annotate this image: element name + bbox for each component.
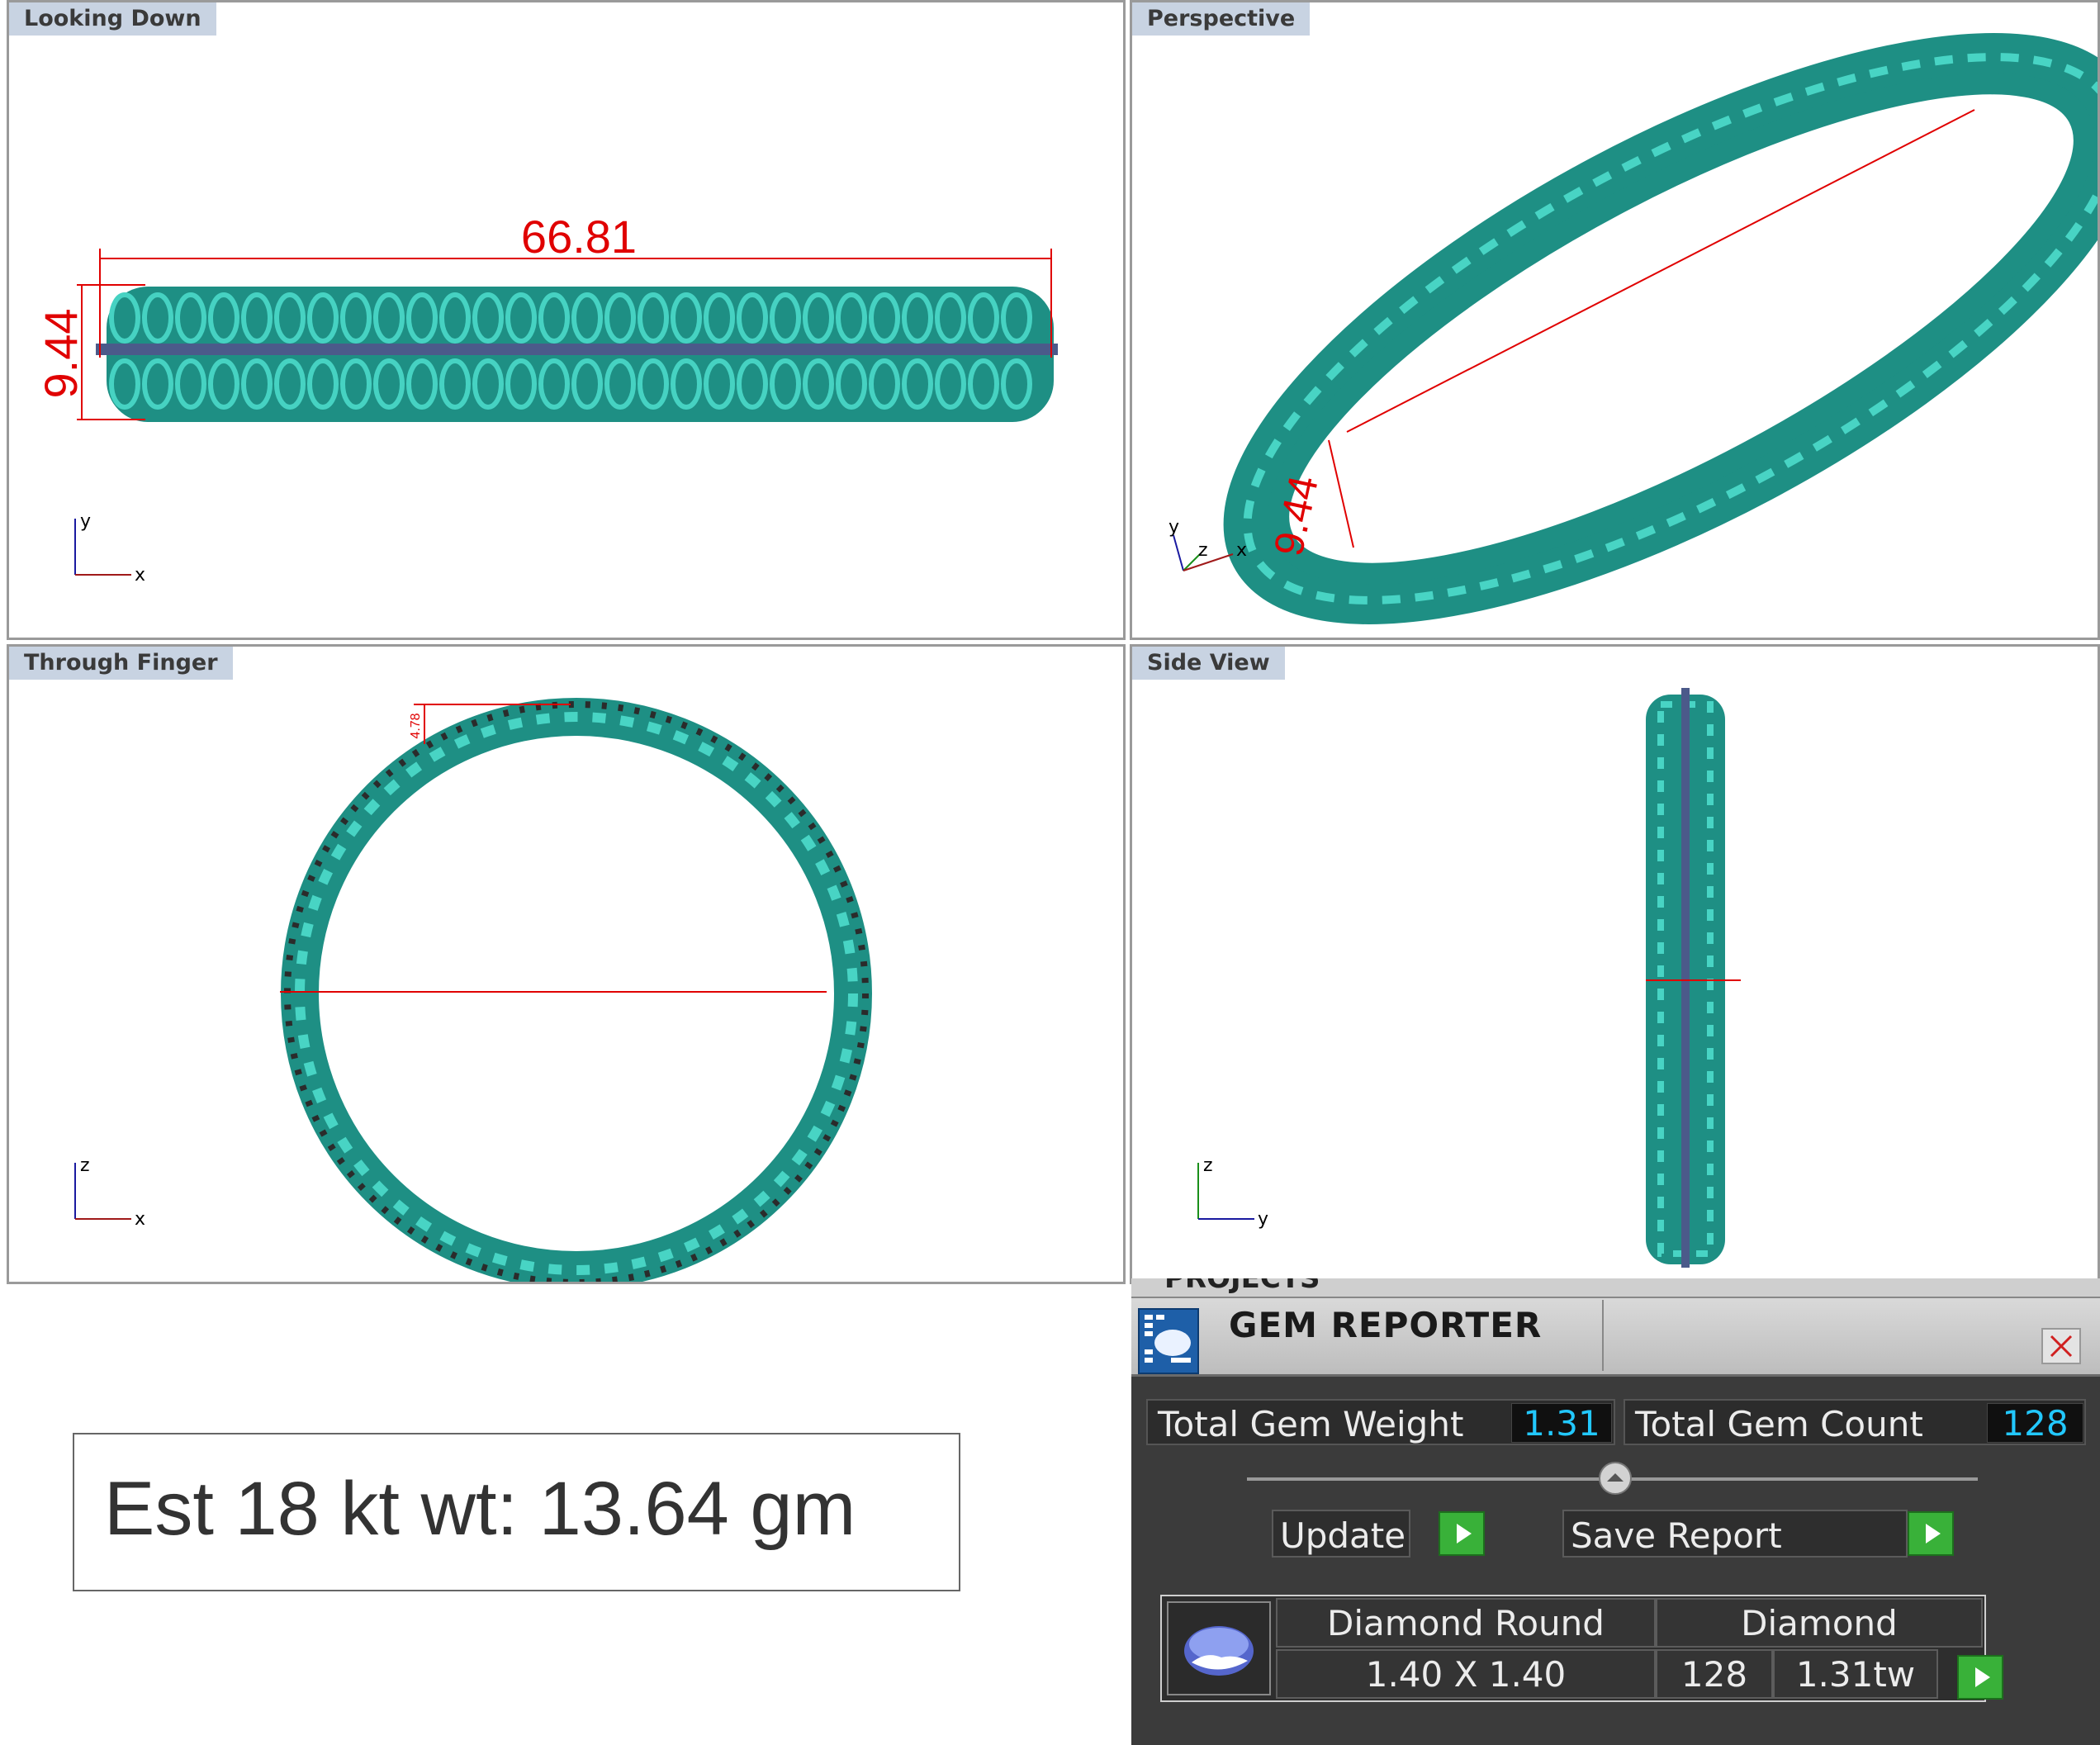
total-gem-weight-value: 1.31 [1511,1403,1612,1444]
save-report-button-label: Save Report [1571,1515,1782,1556]
viewport-perspective[interactable]: Perspective 9.44 y z x [1130,0,2100,640]
close-button[interactable] [2041,1328,2081,1364]
close-icon [2050,1335,2073,1358]
gem-reporter-title: GEM REPORTER [1229,1305,1543,1345]
update-button[interactable]: Update [1272,1510,1410,1558]
dimension-label: 4.78 [409,713,423,738]
axis-label: y [1169,517,1179,538]
axis-label: y [80,511,91,532]
save-report-play-button[interactable] [1908,1511,1954,1556]
total-gem-weight-label: Total Gem Weight [1158,1404,1464,1444]
axis-label: z [1203,1155,1213,1176]
viewport-label[interactable]: Side View [1132,647,1285,680]
gem-reporter-logo-icon [1138,1308,1199,1374]
gem-shape-cell: Diamond Round [1276,1598,1656,1648]
gem-material-cell: Diamond [1656,1598,1983,1648]
total-gem-count-value: 128 [1987,1403,2083,1444]
viewport-label[interactable]: Looking Down [9,2,216,36]
viewport-label[interactable]: Through Finger [9,647,233,680]
gem-weight-cell: 1.31tw [1773,1649,1938,1699]
top-view-canvas: 66.81 9.44 y x [35,211,1058,586]
height-dimension-label: 9.44 [35,309,87,399]
gem-reporter-header: GEM REPORTER [1131,1298,2100,1377]
total-gem-weight-field: Total Gem Weight 1.31 [1146,1399,1615,1445]
viewport-through-finger[interactable]: Through Finger 4.78 z x [7,644,1126,1284]
gem-reporter-panel: PROJECTS GEM REPORTER Total Gem Weight 1… [1131,1278,2100,1745]
side-view-canvas: z y [1197,688,1741,1268]
projects-label: PROJECTS [1164,1278,1320,1295]
viewport-label[interactable]: Perspective [1132,2,1311,36]
update-button-label: Update [1280,1515,1406,1556]
axis-label: z [1198,540,1208,561]
gem-count-cell: 128 [1656,1649,1773,1699]
metal-weight-box: Est 18 kt wt: 13.64 gm [73,1433,960,1591]
viewport-looking-down[interactable]: Looking Down 66.81 9.44 y x [7,0,1126,640]
total-gem-count-label: Total Gem Count [1635,1404,1923,1444]
update-play-button[interactable] [1439,1511,1485,1556]
gem-table: Diamond Round Diamond 1.40 X 1.40 128 1.… [1160,1595,1986,1702]
axis-label: x [135,565,145,586]
axis-label: y [1258,1209,1268,1230]
front-view-canvas: 4.78 z x [74,698,872,1282]
axis-label: x [135,1209,145,1230]
viewport-side-view[interactable]: Side View z y [1130,644,2100,1284]
axis-label: x [1236,540,1247,561]
panel-splitter-handle[interactable] [1599,1462,1632,1495]
header-separator [1602,1300,1604,1371]
round-diamond-icon [1167,1601,1271,1695]
width-dimension-label: 66.81 [521,211,637,263]
axis-label: z [80,1155,90,1176]
total-gem-count-field: Total Gem Count 128 [1624,1399,2086,1445]
perspective-canvas: 9.44 y z x [1169,33,2098,624]
chevron-up-icon [1607,1473,1624,1482]
projects-strip: PROJECTS [1131,1278,2100,1298]
metal-weight-text: Est 18 kt wt: 13.64 gm [104,1467,856,1551]
save-report-button[interactable]: Save Report [1562,1510,1908,1558]
gem-size-cell: 1.40 X 1.40 [1276,1649,1656,1699]
gem-row-play-button[interactable] [1957,1655,2003,1700]
